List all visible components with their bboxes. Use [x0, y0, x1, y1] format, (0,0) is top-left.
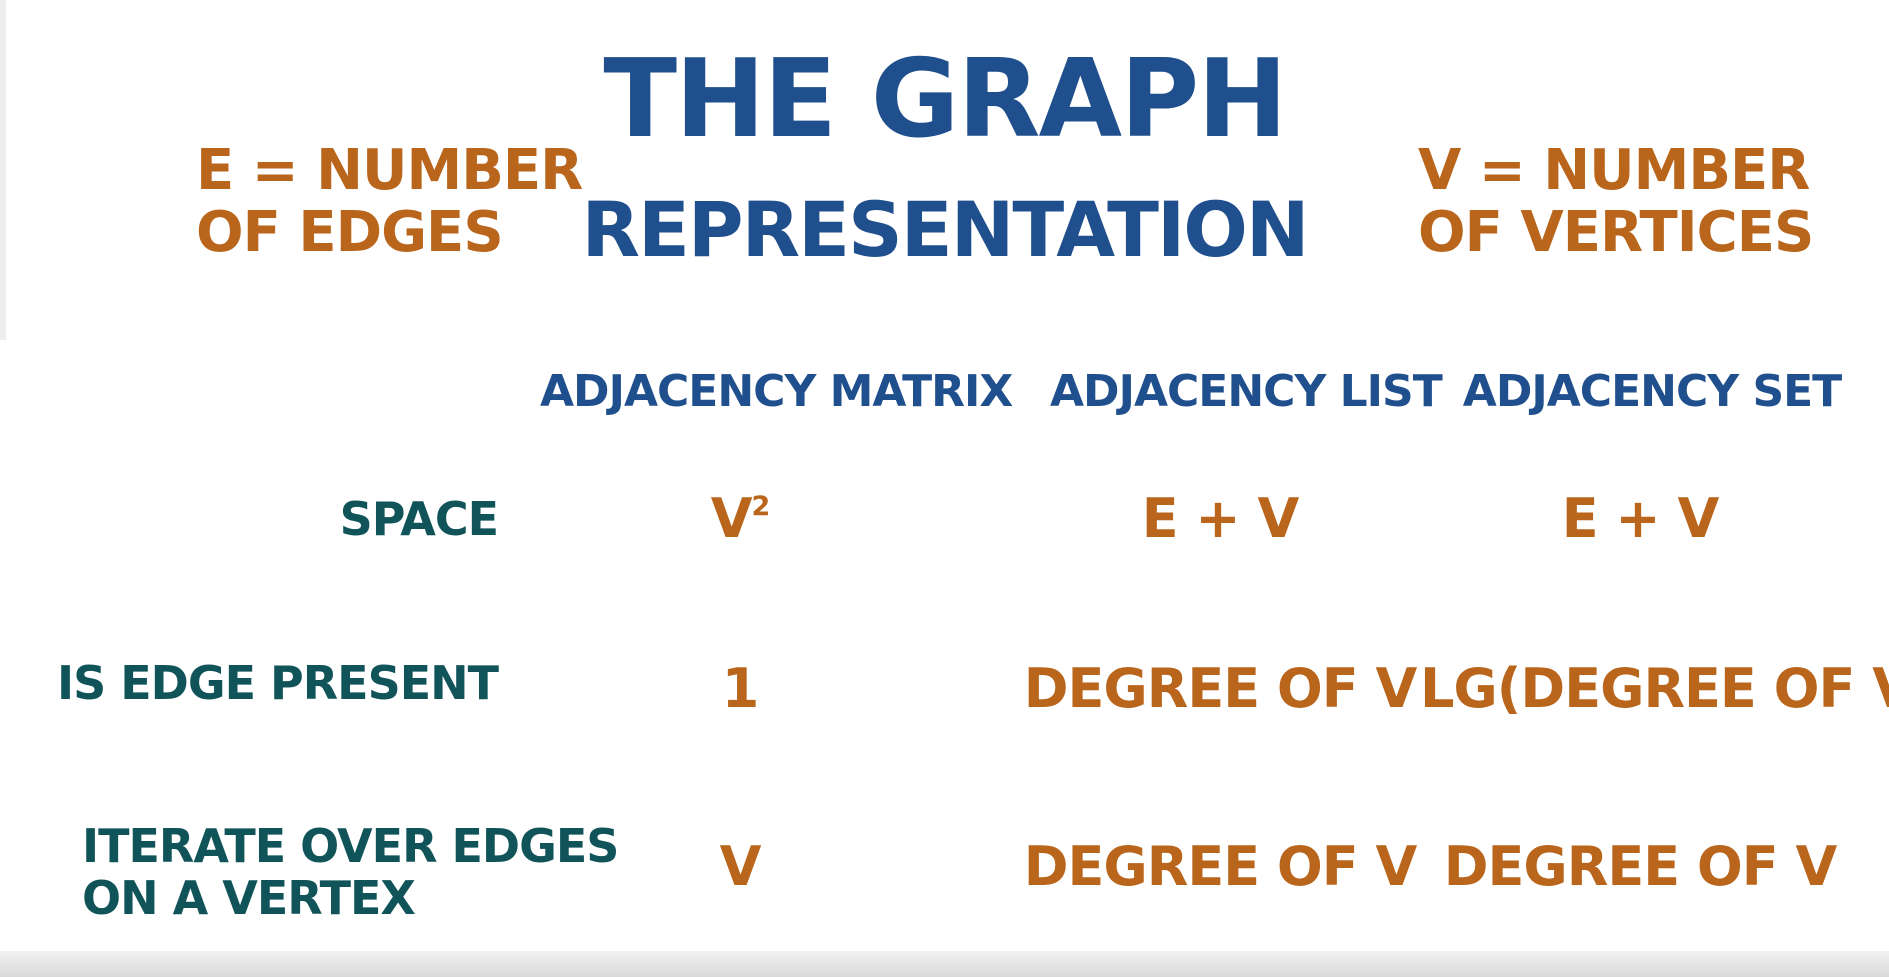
cell-value: 1 [721, 657, 760, 720]
column-header-matrix: ADJACENCY MATRIX [540, 366, 1013, 417]
cell-edge-present-set: LG(DEGREE OF V) [1420, 662, 1889, 716]
cell-edge-present-list: DEGREE OF V [1000, 662, 1440, 716]
cell-value: E + V [1561, 487, 1720, 550]
column-header-set: ADJACENCY SET [1462, 366, 1842, 417]
cell-value: DEGREE OF V [1443, 835, 1838, 898]
column-header-list: ADJACENCY LIST [1050, 366, 1443, 417]
cell-value: V [710, 487, 753, 550]
edges-definition: E = NUMBER OF EDGES [196, 138, 583, 265]
cell-exponent: 2 [751, 491, 771, 523]
cell-value: DEGREE OF V [1023, 835, 1418, 898]
cell-value: V [719, 835, 762, 898]
bottom-bar [0, 951, 1889, 977]
row-label-edge-present: IS EDGE PRESENT [56, 656, 499, 710]
cell-edge-present-matrix: 1 [520, 662, 960, 716]
cell-value: E + V [1141, 487, 1300, 550]
cell-value: DEGREE OF V [1023, 657, 1418, 720]
cell-value: LG(DEGREE OF V) [1420, 657, 1889, 720]
cell-iterate-matrix: V [520, 840, 960, 894]
cell-space-matrix: V2 [520, 492, 960, 546]
cell-iterate-set: DEGREE OF V [1420, 840, 1860, 894]
vertices-definition: V = NUMBER OF VERTICES [1418, 138, 1814, 265]
cell-iterate-list: DEGREE OF V [1000, 840, 1440, 894]
cell-space-set: E + V [1420, 492, 1860, 546]
row-label-space: SPACE [339, 492, 499, 546]
cell-space-list: E + V [1000, 492, 1440, 546]
